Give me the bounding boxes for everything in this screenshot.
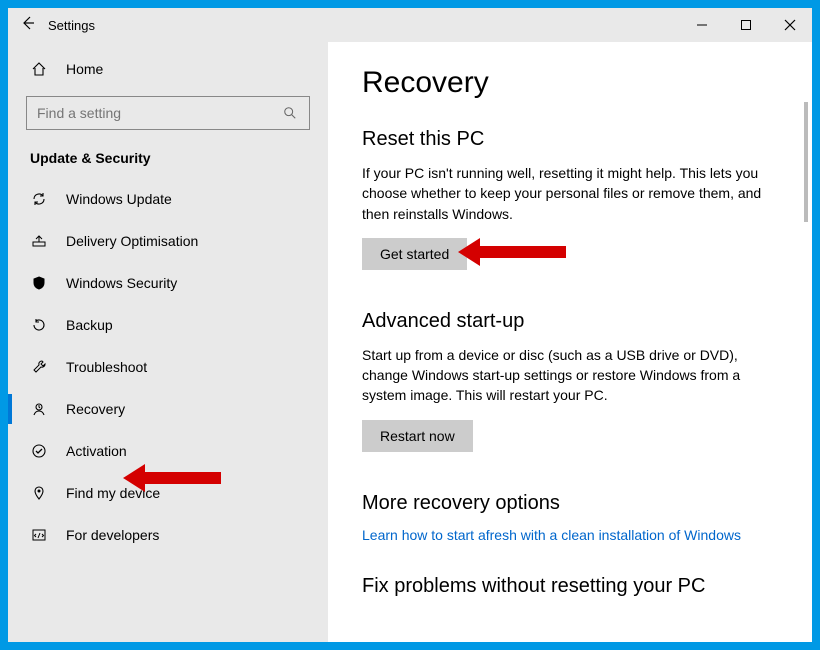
sidebar-item-windows-update[interactable]: Windows Update: [8, 178, 328, 220]
sidebar-item-recovery[interactable]: Recovery: [8, 388, 328, 430]
fix-problems-section: Fix problems without resetting your PC: [362, 575, 778, 598]
advanced-title: Advanced start-up: [362, 310, 778, 333]
page-title: Recovery: [362, 66, 778, 100]
search-input[interactable]: [37, 105, 281, 121]
sidebar-item-for-developers[interactable]: For developers: [8, 514, 328, 556]
sidebar-item-windows-security[interactable]: Windows Security: [8, 262, 328, 304]
sidebar-item-label: Windows Security: [66, 275, 177, 291]
category-heading: Update & Security: [8, 144, 328, 178]
sidebar-item-delivery-optimisation[interactable]: Delivery Optimisation: [8, 220, 328, 262]
titlebar: Settings: [8, 8, 812, 42]
sidebar-item-label: Delivery Optimisation: [66, 233, 198, 249]
sidebar-item-label: Windows Update: [66, 191, 172, 207]
location-icon: [30, 485, 48, 501]
get-started-button[interactable]: Get started: [362, 238, 467, 270]
delivery-icon: [30, 233, 48, 249]
sidebar-item-label: Recovery: [66, 401, 125, 417]
sidebar-item-label: For developers: [66, 527, 159, 543]
close-button[interactable]: [768, 10, 812, 40]
search-icon: [281, 106, 299, 120]
code-icon: [30, 527, 48, 543]
more-title: More recovery options: [362, 492, 778, 515]
sidebar-item-backup[interactable]: Backup: [8, 304, 328, 346]
wrench-icon: [30, 359, 48, 375]
reset-description: If your PC isn't running well, resetting…: [362, 163, 778, 224]
advanced-description: Start up from a device or disc (such as …: [362, 345, 778, 406]
search-box[interactable]: [26, 96, 310, 130]
sidebar: Home Update & Security Windows Update De…: [8, 42, 328, 642]
sidebar-item-activation[interactable]: Activation: [8, 430, 328, 472]
home-icon: [30, 61, 48, 77]
shield-icon: [30, 275, 48, 291]
advanced-startup-section: Advanced start-up Start up from a device…: [362, 310, 778, 452]
clean-install-link[interactable]: Learn how to start afresh with a clean i…: [362, 527, 741, 543]
check-circle-icon: [30, 443, 48, 459]
scrollbar[interactable]: [804, 102, 808, 222]
sidebar-item-label: Activation: [66, 443, 127, 459]
more-recovery-section: More recovery options Learn how to start…: [362, 492, 778, 545]
recovery-icon: [30, 401, 48, 417]
reset-this-pc-section: Reset this PC If your PC isn't running w…: [362, 128, 778, 270]
backup-icon: [30, 317, 48, 333]
minimize-button[interactable]: [680, 10, 724, 40]
sync-icon: [30, 191, 48, 207]
sidebar-item-find-my-device[interactable]: Find my device: [8, 472, 328, 514]
maximize-button[interactable]: [724, 10, 768, 40]
sidebar-item-label: Find my device: [66, 485, 160, 501]
sidebar-item-label: Troubleshoot: [66, 359, 147, 375]
settings-window: Settings Home Update & Security Windows …: [8, 8, 812, 642]
home-label: Home: [66, 61, 103, 77]
fix-title: Fix problems without resetting your PC: [362, 575, 778, 598]
restart-now-button[interactable]: Restart now: [362, 420, 473, 452]
window-title: Settings: [48, 18, 95, 33]
sidebar-item-label: Backup: [66, 317, 113, 333]
back-button[interactable]: [8, 15, 48, 36]
sidebar-item-troubleshoot[interactable]: Troubleshoot: [8, 346, 328, 388]
reset-title: Reset this PC: [362, 128, 778, 151]
main-content: Recovery Reset this PC If your PC isn't …: [328, 42, 812, 642]
home-nav[interactable]: Home: [8, 48, 328, 90]
